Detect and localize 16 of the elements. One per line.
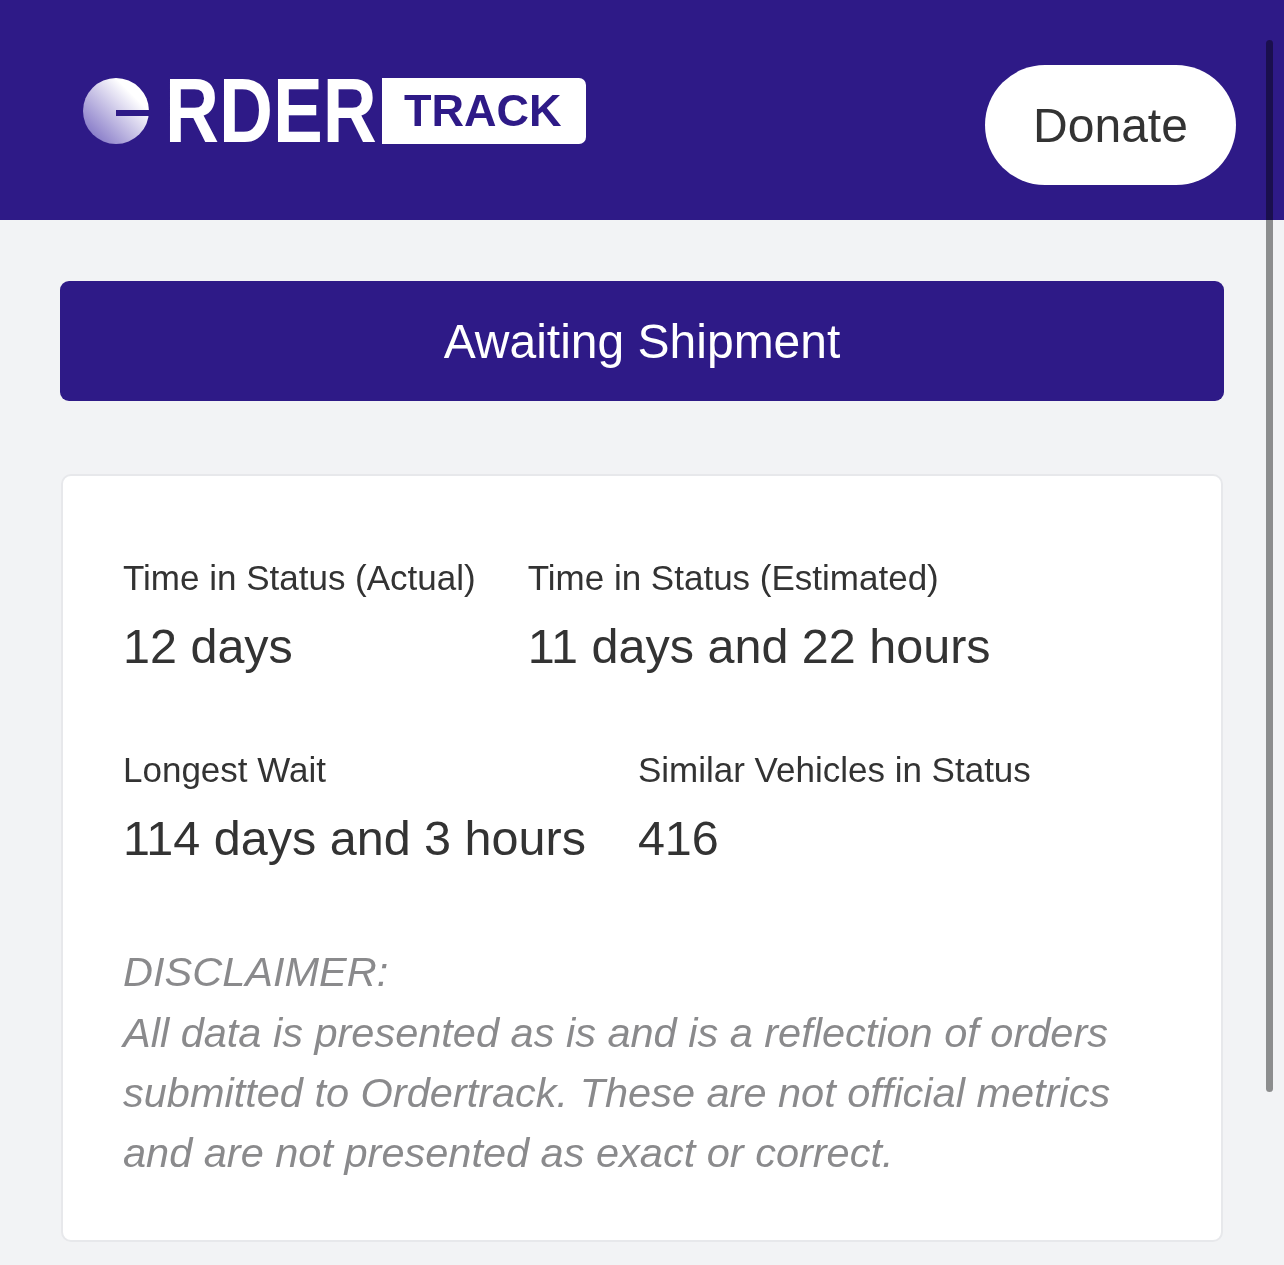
- donate-button[interactable]: Donate: [985, 65, 1236, 185]
- stat-value: 12 days: [123, 618, 293, 674]
- scrollbar[interactable]: [1266, 40, 1273, 1092]
- logo-wordmark: RDER: [165, 78, 377, 144]
- stat-label: Longest Wait: [123, 750, 326, 790]
- stat-value: 114 days and 3 hours: [123, 810, 586, 866]
- disclaimer-heading: DISCLAIMER:: [123, 947, 390, 997]
- logo-disc-icon: [83, 78, 149, 144]
- stat-value: 11 days and 22 hours: [527, 618, 991, 674]
- stat-label: Time in Status (Estimated): [527, 558, 939, 598]
- logo-track-badge: TRACK: [382, 78, 586, 144]
- disclaimer-text: All data is presented as is and is a reflection of orders submitted to Ordertrack. These are not official metrics and are not presented as exact or correct.: [123, 1008, 1112, 1178]
- stat-value: 416: [637, 810, 719, 866]
- status-banner: Awaiting Shipment: [60, 281, 1224, 401]
- stat-label: Similar Vehicles in Status: [637, 750, 1031, 790]
- stat-label: Time in Status (Actual): [123, 558, 476, 598]
